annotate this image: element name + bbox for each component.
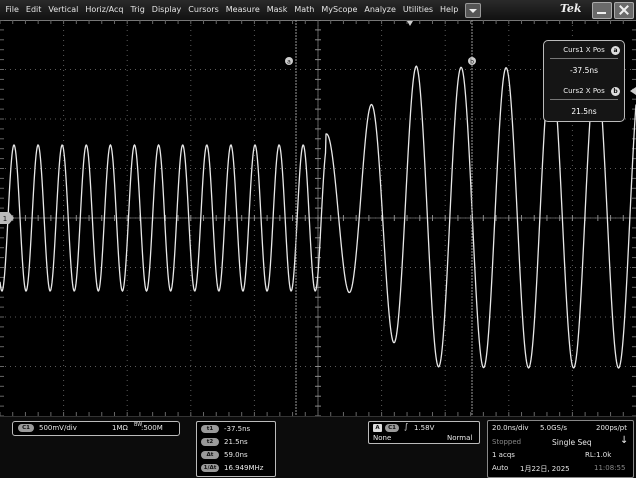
menu-math[interactable]: Math bbox=[291, 0, 318, 20]
curs2-divider bbox=[550, 99, 618, 100]
menu-trig[interactable]: Trig bbox=[127, 0, 148, 20]
menu-myscope[interactable]: MyScope bbox=[318, 0, 361, 20]
cursor-delta-time: 59.0ns bbox=[224, 451, 248, 459]
close-button[interactable] bbox=[614, 2, 634, 19]
horizontal-mode: Auto bbox=[492, 464, 509, 472]
menu-items: File Edit Vertical Horiz/Acq Trig Displa… bbox=[2, 0, 481, 20]
acquisition-state: Stopped bbox=[492, 438, 522, 446]
menu-vertical[interactable]: Vertical bbox=[45, 0, 82, 20]
cursor-b-time: 21.5ns bbox=[224, 438, 248, 446]
curs2-value[interactable]: 21.5ns bbox=[544, 107, 624, 116]
trigger-readout[interactable]: A C1 ∫ 1.58V None Normal bbox=[368, 421, 480, 444]
trigger-coupling: None bbox=[373, 434, 392, 442]
cursor-delta-badge: Δt bbox=[201, 451, 219, 459]
menu-utilities[interactable]: Utilities bbox=[399, 0, 436, 20]
cursor-freq-badge: 1/Δt bbox=[201, 464, 219, 472]
cursor-a-badge-label: a bbox=[287, 59, 291, 66]
curs2-badge-icon: b bbox=[611, 87, 620, 96]
ch1-ground-marker-label: 1 bbox=[3, 215, 7, 223]
trigger-level: 1.58V bbox=[414, 424, 435, 432]
status-bar: C1 500mV/div 1MΩ BW :500M t1 -37.5ns t2 … bbox=[0, 416, 636, 478]
sample-rate: 5.0GS/s bbox=[540, 424, 568, 432]
menu-measure[interactable]: Measure bbox=[222, 0, 263, 20]
waveform-graticule[interactable]: a b 1 bbox=[0, 20, 636, 416]
trigger-mode: Normal bbox=[447, 434, 473, 442]
minimize-button[interactable] bbox=[592, 2, 612, 19]
acquisition-readout[interactable]: 20.0ns/div 5.0GS/s 200ps/pt Stopped Sing… bbox=[487, 420, 634, 478]
ch1-impedance: 1MΩ bbox=[112, 424, 128, 432]
menu-bar: File Edit Vertical Horiz/Acq Trig Displa… bbox=[0, 0, 636, 21]
cursor-b-time-badge: t2 bbox=[201, 438, 219, 446]
curs1-badge-icon: a bbox=[611, 46, 620, 55]
acquisition-count: 1 acqs bbox=[492, 451, 515, 459]
menu-mask[interactable]: Mask bbox=[263, 0, 291, 20]
cursor-a-time-badge: t1 bbox=[201, 425, 219, 433]
menu-horiz-acq[interactable]: Horiz/Acq bbox=[82, 0, 127, 20]
menu-dropdown-icon[interactable] bbox=[464, 2, 481, 18]
curs1-divider bbox=[550, 58, 618, 59]
ch1-scale: 500mV/div bbox=[39, 424, 77, 432]
tek-logo: Tek bbox=[560, 2, 582, 15]
menu-file[interactable]: File bbox=[2, 0, 22, 20]
trigger-a-badge: A bbox=[373, 424, 382, 432]
trigger-source-badge: C1 bbox=[385, 424, 399, 432]
channel-readout[interactable]: C1 500mV/div 1MΩ BW :500M bbox=[12, 421, 180, 436]
menu-cursors[interactable]: Cursors bbox=[185, 0, 222, 20]
menu-edit[interactable]: Edit bbox=[22, 0, 45, 20]
timebase: 20.0ns/div bbox=[492, 424, 529, 432]
menu-display[interactable]: Display bbox=[148, 0, 185, 20]
run-mode: Single Seq bbox=[552, 438, 592, 447]
trigger-slope-icon: ∫ bbox=[404, 422, 409, 431]
single-seq-down-arrow-icon: ↓ bbox=[620, 435, 629, 446]
time-resolution: 200ps/pt bbox=[596, 424, 627, 432]
cursor-b-badge-label: b bbox=[470, 59, 474, 66]
date: 1月22日, 2025 bbox=[520, 465, 570, 473]
cursor-position-panel[interactable]: Curs1 X Pos a -37.5ns Curs2 X Pos b 21.5… bbox=[543, 40, 625, 122]
menu-help[interactable]: Help bbox=[437, 0, 462, 20]
record-length: RL:1.0k bbox=[585, 451, 612, 459]
cursor-frequency: 16.949MHz bbox=[224, 464, 264, 472]
cursor-a-time: -37.5ns bbox=[224, 425, 251, 433]
time: 11:08:55 bbox=[594, 464, 626, 472]
menu-analyze[interactable]: Analyze bbox=[361, 0, 400, 20]
curs1-value[interactable]: -37.5ns bbox=[544, 66, 624, 75]
ch1-bandwidth: :500M bbox=[141, 424, 163, 432]
cursor-readout[interactable]: t1 -37.5ns t2 21.5ns Δt 59.0ns 1/Δt 16.9… bbox=[196, 421, 276, 477]
ch1-badge: C1 bbox=[18, 424, 34, 432]
